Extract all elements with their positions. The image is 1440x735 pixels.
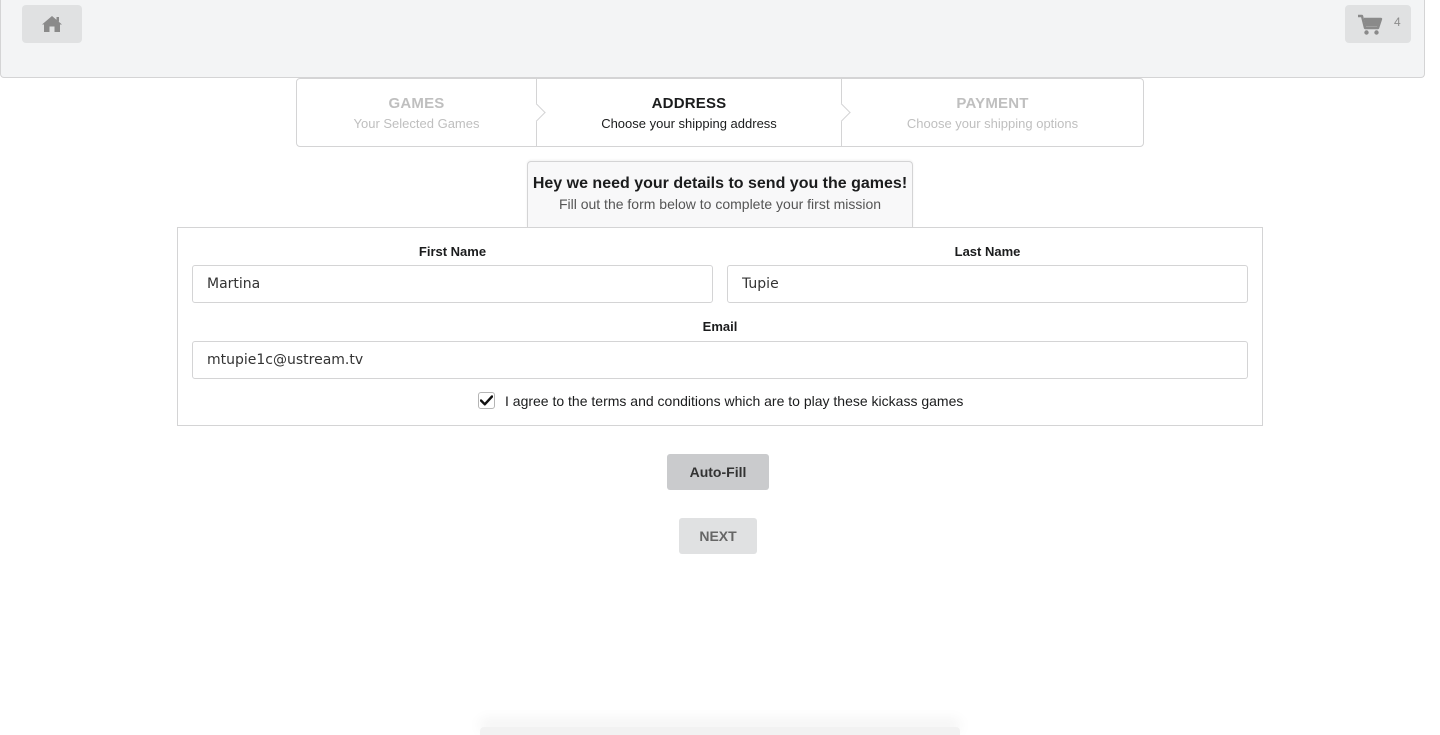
step-games[interactable]: GAMES Your Selected Games <box>297 79 546 146</box>
form-header-title: Hey we need your details to send you the… <box>532 175 908 192</box>
checkout-steps: GAMES Your Selected Games ADDRESS Choose… <box>296 78 1144 147</box>
cart-button[interactable]: 4 <box>1345 5 1411 43</box>
step-address[interactable]: ADDRESS Choose your shipping address <box>536 79 851 146</box>
last-name-input[interactable] <box>727 265 1248 303</box>
step-title: PAYMENT <box>956 94 1029 112</box>
step-description: Your Selected Games <box>353 115 480 131</box>
step-title: ADDRESS <box>651 94 727 112</box>
home-icon <box>42 16 62 32</box>
last-name-label: Last Name <box>954 244 1021 259</box>
step-payment[interactable]: PAYMENT Choose your shipping options <box>841 79 1143 146</box>
step-title: GAMES <box>388 94 445 112</box>
address-form: First Name Last Name Email I agree to th… <box>177 227 1263 426</box>
terms-checkbox-row[interactable]: I agree to the terms and conditions whic… <box>478 392 963 409</box>
cart-count-badge: 4 <box>1394 15 1401 29</box>
terms-checkbox[interactable] <box>478 392 495 409</box>
first-name-label: First Name <box>418 244 487 259</box>
form-header-card: Hey we need your details to send you the… <box>527 161 913 228</box>
terms-label: I agree to the terms and conditions whic… <box>505 392 964 409</box>
home-button[interactable] <box>22 5 82 43</box>
first-name-input[interactable] <box>192 265 713 303</box>
checkmark-icon <box>480 395 493 406</box>
email-input[interactable] <box>192 341 1248 379</box>
step-description: Choose your shipping options <box>906 115 1079 131</box>
top-menu: 4 <box>0 0 1425 78</box>
bottom-panel-edge <box>480 727 960 735</box>
next-button[interactable]: NEXT <box>679 518 757 554</box>
email-label: Email <box>702 319 738 334</box>
step-description: Choose your shipping address <box>601 115 777 131</box>
auto-fill-button[interactable]: Auto-Fill <box>667 454 769 490</box>
form-header-subtitle: Fill out the form below to complete your… <box>558 196 882 212</box>
cart-icon <box>1358 14 1383 35</box>
